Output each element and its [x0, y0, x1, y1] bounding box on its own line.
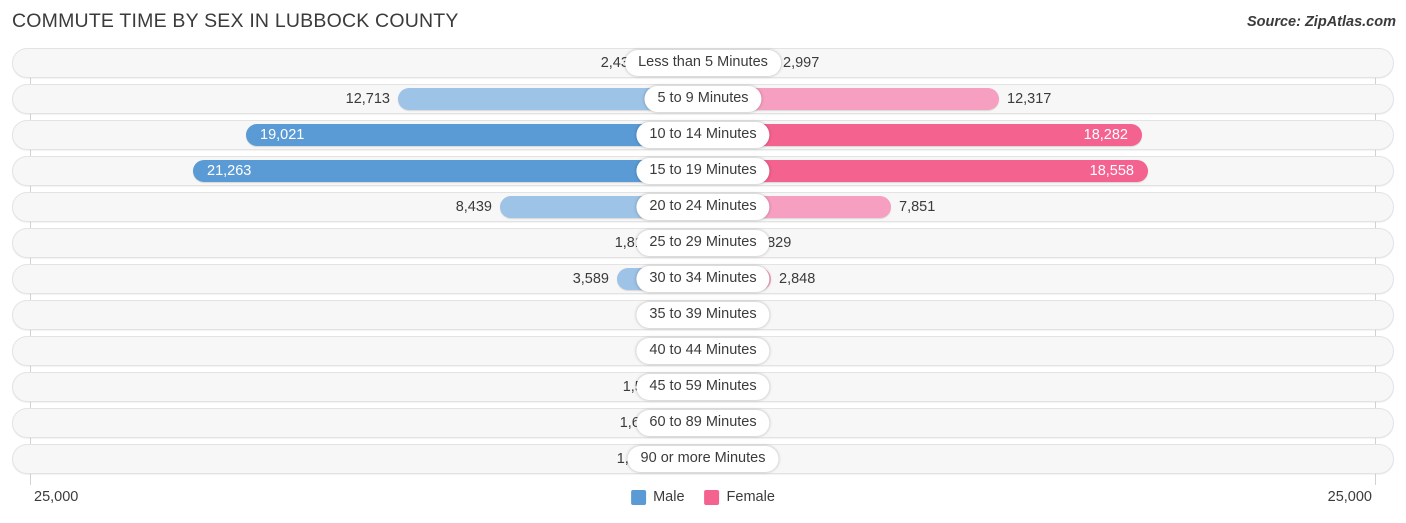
- category-label: 5 to 9 Minutes: [644, 86, 762, 112]
- page-title: COMMUTE TIME BY SEX IN LUBBOCK COUNTY: [12, 10, 459, 32]
- category-label: 60 to 89 Minutes: [636, 410, 770, 436]
- legend-label-female: Female: [726, 489, 775, 505]
- value-label-female: 18,558: [1089, 163, 1134, 179]
- category-label: 40 to 44 Minutes: [636, 338, 770, 364]
- chart-row: 12,713 12,317 5 to 9 Minutes: [0, 84, 1406, 114]
- bar-male[interactable]: [246, 124, 703, 146]
- value-label-male: 3,589: [572, 271, 609, 287]
- category-label: 35 to 39 Minutes: [636, 302, 770, 328]
- chart-row: 21,263 18,558 15 to 19 Minutes: [0, 156, 1406, 186]
- value-label-female: 18,282: [1083, 127, 1128, 143]
- category-label: 45 to 59 Minutes: [636, 374, 770, 400]
- value-label-male: 8,439: [455, 199, 492, 215]
- value-label-male: 12,713: [345, 91, 390, 107]
- value-label-female: 2,848: [779, 271, 816, 287]
- chart-row: 1,63677460 to 89 Minutes: [0, 408, 1406, 438]
- legend-item-male[interactable]: Male: [631, 489, 685, 505]
- chart-row: 1,73452190 or more Minutes: [0, 444, 1406, 474]
- chart-row: 8,439 7,851 20 to 24 Minutes: [0, 192, 1406, 222]
- chart-footer: 25,000 25,000 Male Female: [0, 485, 1406, 523]
- legend-label-male: Male: [653, 489, 685, 505]
- value-label-male: 19,021: [260, 127, 305, 143]
- category-label: 30 to 34 Minutes: [636, 266, 770, 292]
- legend: Male Female: [631, 489, 775, 505]
- chart-row: 1,813 1,829 25 to 29 Minutes: [0, 228, 1406, 258]
- bar-male[interactable]: [193, 160, 703, 182]
- value-label-male: 21,263: [207, 163, 252, 179]
- chart-plot-area: 2,430 2,997 Less than 5 Minutes 12,713 12,31…: [0, 48, 1406, 485]
- chart-row: 45717940 to 44 Minutes: [0, 336, 1406, 366]
- legend-item-female[interactable]: Female: [704, 489, 775, 505]
- category-label: 20 to 24 Minutes: [636, 194, 770, 220]
- category-label: 25 to 29 Minutes: [636, 230, 770, 256]
- value-label-female: 12,317: [1007, 91, 1052, 107]
- chart-row: 1,51595845 to 59 Minutes: [0, 372, 1406, 402]
- category-label: 15 to 19 Minutes: [636, 158, 770, 184]
- legend-swatch-male: [631, 489, 647, 505]
- category-label: 90 or more Minutes: [627, 446, 779, 472]
- category-label: Less than 5 Minutes: [625, 50, 781, 76]
- chart-row: 19,021 18,282 10 to 14 Minutes: [0, 120, 1406, 150]
- value-label-female: 2,997: [783, 55, 820, 71]
- source-attribution: Source: ZipAtlas.com: [1246, 14, 1396, 30]
- value-label-female: 7,851: [899, 199, 936, 215]
- chart-row: 53833535 to 39 Minutes: [0, 300, 1406, 330]
- chart-row: 3,589 2,848 30 to 34 Minutes: [0, 264, 1406, 294]
- chart-root: COMMUTE TIME BY SEX IN LUBBOCK COUNTY So…: [0, 0, 1406, 523]
- chart-row: 2,430 2,997 Less than 5 Minutes: [0, 48, 1406, 78]
- bar-female[interactable]: [703, 160, 1148, 182]
- legend-swatch-female: [704, 489, 720, 505]
- category-label: 10 to 14 Minutes: [636, 122, 770, 148]
- axis-max-right: 25,000: [1327, 489, 1372, 505]
- axis-max-left: 25,000: [34, 489, 79, 505]
